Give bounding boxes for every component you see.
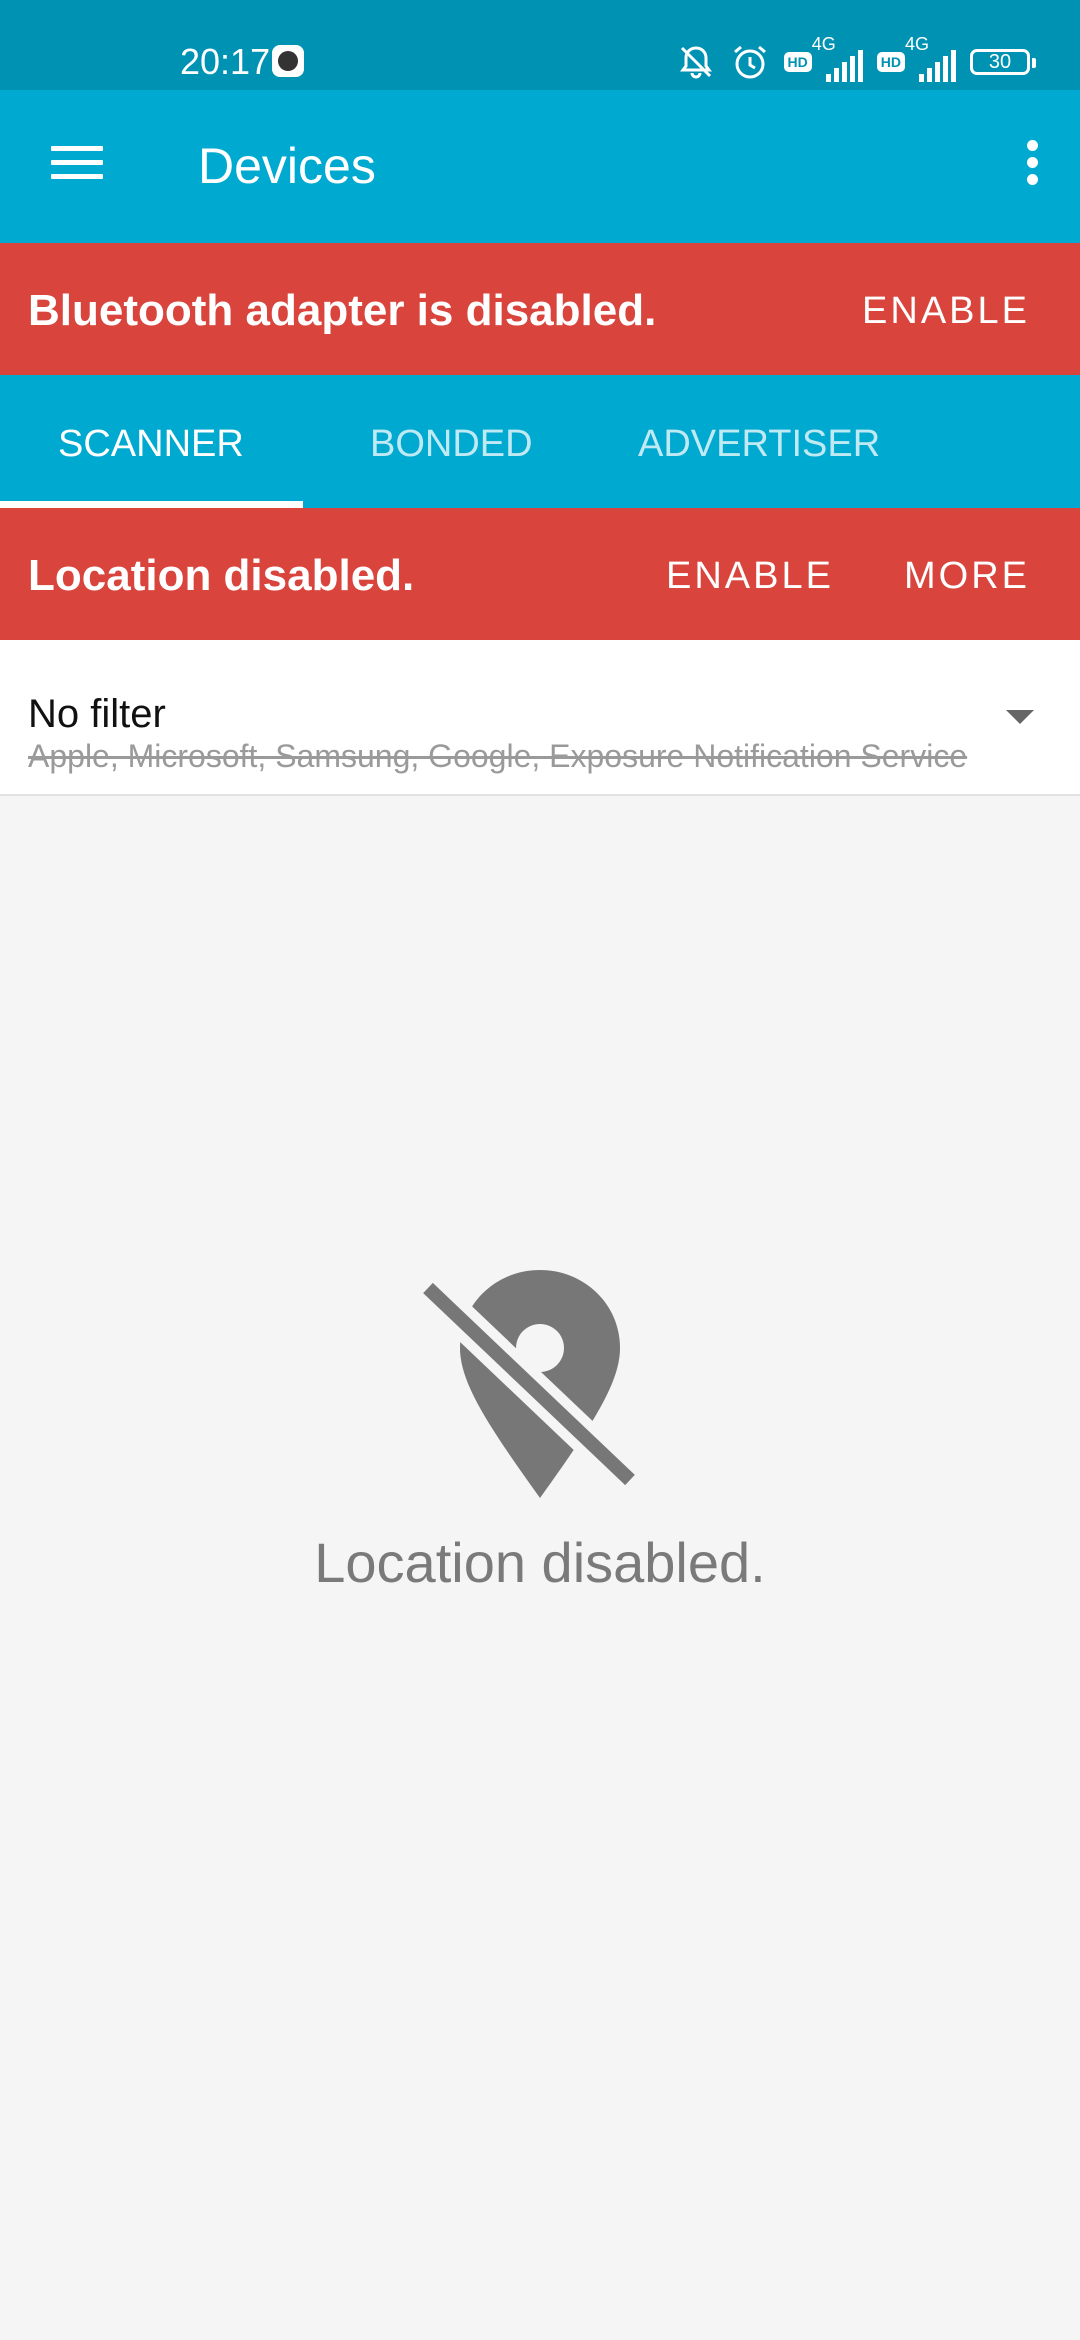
tab-bar: SCANNER BONDED ADVERTISER — [0, 375, 1080, 508]
status-time: 20:17 — [180, 41, 271, 82]
bluetooth-disabled-banner: Bluetooth adapter is disabled. ENABLE — [0, 243, 1080, 375]
location-off-icon — [416, 1268, 642, 1508]
screen-record-icon — [272, 45, 304, 77]
location-disabled-message: Location disabled. — [28, 551, 415, 600]
hd-badge: HD — [876, 52, 905, 72]
tab-scanner[interactable]: SCANNER — [58, 421, 244, 467]
active-tab-indicator — [0, 501, 303, 508]
enable-location-button[interactable]: ENABLE — [666, 550, 834, 602]
overflow-menu-icon[interactable] — [1004, 134, 1060, 198]
hd-badge: HD — [783, 52, 812, 72]
status-bar: 20:17 HD 4G HD 4G 30 — [0, 0, 1080, 90]
app-bar: Devices — [0, 90, 1080, 243]
muted-bell-icon — [676, 42, 716, 82]
signal-icon: 4G — [812, 34, 863, 82]
battery-icon: 30 — [970, 49, 1036, 75]
sim2-indicator: HD 4G — [876, 34, 956, 82]
filter-excluded-vendors: Apple, Microsoft, Samsung, Google, Expos… — [28, 738, 968, 774]
filter-selector[interactable]: No filter Apple, Microsoft, Samsung, Goo… — [0, 640, 1080, 796]
empty-state-message: Location disabled. — [314, 1531, 766, 1594]
location-disabled-banner: Location disabled. ENABLE MORE — [0, 508, 1080, 640]
page-title: Devices — [198, 138, 376, 194]
bluetooth-disabled-message: Bluetooth adapter is disabled. — [28, 286, 657, 335]
tab-advertiser[interactable]: ADVERTISER — [638, 421, 880, 467]
alarm-icon — [730, 42, 770, 82]
hamburger-menu-icon[interactable] — [44, 140, 110, 196]
tab-bonded[interactable]: BONDED — [370, 421, 533, 467]
signal-icon: 4G — [905, 34, 956, 82]
sim1-indicator: HD 4G — [783, 34, 863, 82]
dropdown-arrow-icon — [1006, 710, 1034, 724]
more-info-button[interactable]: MORE — [904, 550, 1030, 602]
status-icons: HD 4G HD 4G 30 — [676, 34, 1036, 86]
enable-bluetooth-button[interactable]: ENABLE — [862, 285, 1030, 337]
filter-title: No filter — [28, 692, 166, 736]
